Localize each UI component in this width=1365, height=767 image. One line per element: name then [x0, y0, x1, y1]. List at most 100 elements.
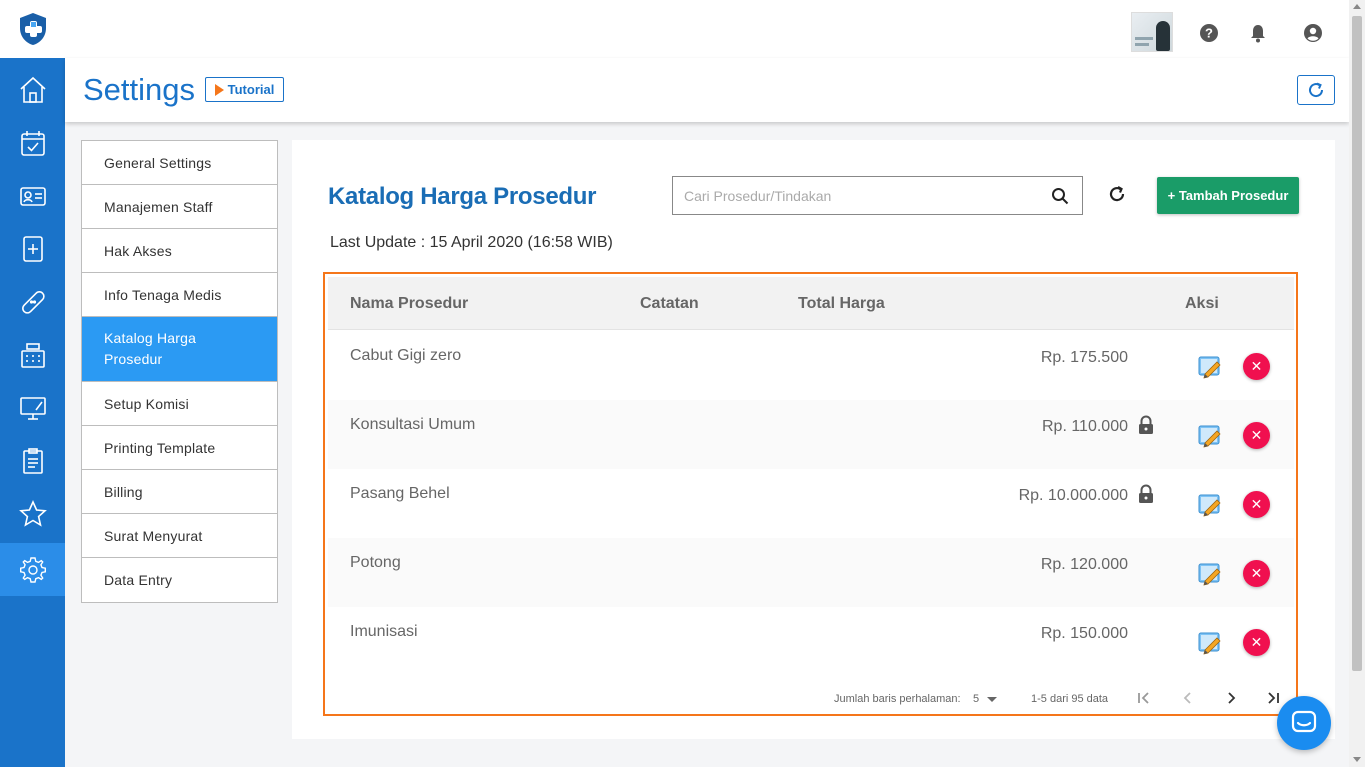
- procedure-name: Potong: [350, 554, 401, 571]
- close-icon: ✕: [1250, 358, 1263, 374]
- menu-item-info-tenaga-medis[interactable]: Info Tenaga Medis: [82, 273, 277, 317]
- app-logo-icon[interactable]: [18, 12, 48, 46]
- delete-button[interactable]: ✕: [1243, 422, 1270, 449]
- star-icon: [18, 499, 47, 527]
- procedure-name: Pasang Behel: [350, 485, 450, 502]
- window-scrollbar[interactable]: [1349, 0, 1365, 767]
- scroll-down-icon[interactable]: [1353, 757, 1361, 762]
- edit-icon[interactable]: [1197, 492, 1223, 518]
- refresh-icon[interactable]: [1107, 184, 1127, 204]
- menu-item-katalog-harga-prosedur[interactable]: Katalog Harga Prosedur: [82, 317, 277, 382]
- procedure-price: Rp. 150.000: [1040, 625, 1128, 642]
- rows-per-page-value: 5: [973, 693, 980, 705]
- svg-text:?: ?: [1205, 26, 1213, 41]
- sidebar-item-favorites[interactable]: [0, 487, 65, 540]
- menu-item-data-entry[interactable]: Data Entry: [82, 558, 277, 602]
- refresh-icon: [1309, 82, 1324, 98]
- rows-per-page-label: Jumlah baris perhalaman:: [834, 693, 961, 705]
- edit-icon[interactable]: [1197, 630, 1223, 656]
- page-header: Settings Tutorial: [65, 58, 1349, 122]
- medical-file-icon: [22, 235, 43, 262]
- close-icon: ✕: [1250, 634, 1263, 650]
- section-title: Katalog Harga Prosedur: [328, 183, 597, 210]
- user-avatar[interactable]: [1131, 12, 1173, 52]
- scroll-thumb[interactable]: [1352, 16, 1362, 671]
- monitor-icon: [19, 396, 46, 420]
- account-icon[interactable]: [1303, 23, 1323, 43]
- previous-page-icon[interactable]: [1178, 688, 1198, 708]
- procedure-name: Konsultasi Umum: [350, 416, 476, 433]
- delete-button[interactable]: ✕: [1243, 629, 1270, 656]
- play-icon: [214, 83, 224, 96]
- menu-item-setup-komisi[interactable]: Setup Komisi: [82, 382, 277, 426]
- procedure-name: Imunisasi: [350, 623, 418, 640]
- id-card-icon: [19, 186, 46, 206]
- calendar-check-icon: [20, 130, 45, 156]
- page-title: Settings: [83, 72, 196, 107]
- page-refresh-button[interactable]: [1297, 75, 1335, 105]
- procedure-price: Rp. 175.500: [1040, 349, 1128, 366]
- help-icon[interactable]: ?: [1199, 23, 1219, 43]
- sidebar: [0, 58, 65, 767]
- delete-button[interactable]: ✕: [1243, 353, 1270, 380]
- chat-icon: [1291, 710, 1317, 733]
- delete-button[interactable]: ✕: [1243, 560, 1270, 587]
- delete-button[interactable]: ✕: [1243, 491, 1270, 518]
- search-box: [672, 176, 1083, 215]
- tutorial-label: Tutorial: [227, 82, 275, 97]
- table-row: Konsultasi Umum Rp. 110.000 ✕: [328, 400, 1294, 469]
- procedure-price: Rp. 10.000.000: [1018, 487, 1128, 504]
- home-icon: [19, 76, 46, 103]
- edit-icon[interactable]: [1197, 423, 1223, 449]
- add-procedure-button[interactable]: + Tambah Prosedur: [1157, 177, 1299, 214]
- table-row: Potong Rp. 120.000 ✕: [328, 538, 1294, 607]
- edit-icon[interactable]: [1197, 561, 1223, 587]
- chat-support-button[interactable]: [1277, 696, 1331, 750]
- sidebar-item-home[interactable]: [0, 63, 65, 116]
- procedure-price: Rp. 120.000: [1040, 556, 1128, 573]
- close-icon: ✕: [1250, 565, 1263, 581]
- sidebar-item-calendar[interactable]: [0, 116, 65, 169]
- sidebar-item-patients[interactable]: [0, 169, 65, 222]
- close-icon: ✕: [1250, 496, 1263, 512]
- column-header-name: Nama Prosedur: [350, 295, 469, 312]
- procedure-catalog-card: Katalog Harga Prosedur + Tambah Prosedur…: [292, 140, 1335, 739]
- column-header-total: Total Harga: [798, 295, 885, 312]
- settings-menu: General Settings Manajemen Staff Hak Aks…: [81, 140, 278, 603]
- lock-icon: [1139, 415, 1153, 434]
- caret-down-icon: [987, 696, 998, 702]
- lock-icon: [1139, 484, 1153, 503]
- sidebar-item-medical-records[interactable]: [0, 222, 65, 275]
- sidebar-item-settings[interactable]: [0, 543, 65, 596]
- menu-item-hak-akses[interactable]: Hak Akses: [82, 229, 277, 273]
- first-page-icon[interactable]: [1134, 688, 1154, 708]
- scroll-up-icon[interactable]: [1353, 4, 1361, 9]
- last-update-text: Last Update : 15 April 2020 (16:58 WIB): [330, 234, 613, 251]
- search-input[interactable]: [684, 187, 1044, 204]
- menu-item-printing-template[interactable]: Printing Template: [82, 426, 277, 470]
- cash-register-icon: [20, 342, 45, 368]
- procedure-table: Nama Prosedur Catatan Total Harga Aksi C…: [323, 272, 1298, 716]
- edit-icon[interactable]: [1197, 354, 1223, 380]
- sidebar-item-reports[interactable]: [0, 434, 65, 487]
- search-icon[interactable]: [1051, 187, 1069, 205]
- rows-per-page-select[interactable]: 5: [973, 693, 998, 705]
- table-row: Cabut Gigi zero Rp. 175.500 ✕: [328, 331, 1294, 400]
- last-page-icon[interactable]: [1263, 688, 1283, 708]
- menu-item-surat-menyurat[interactable]: Surat Menyurat: [82, 514, 277, 558]
- next-page-icon[interactable]: [1221, 688, 1241, 708]
- sidebar-item-monitor[interactable]: [0, 381, 65, 434]
- menu-item-billing[interactable]: Billing: [82, 470, 277, 514]
- sidebar-item-procedures[interactable]: [0, 275, 65, 328]
- bell-icon[interactable]: [1248, 23, 1268, 43]
- table-row: Pasang Behel Rp. 10.000.000 ✕: [328, 469, 1294, 538]
- tutorial-button[interactable]: Tutorial: [205, 77, 284, 102]
- procedure-price: Rp. 110.000: [1042, 418, 1128, 435]
- close-icon: ✕: [1250, 427, 1263, 443]
- procedure-name: Cabut Gigi zero: [350, 347, 462, 364]
- clipboard-icon: [22, 447, 43, 474]
- gear-icon: [19, 556, 46, 583]
- menu-item-general-settings[interactable]: General Settings: [82, 141, 277, 185]
- sidebar-item-cashier[interactable]: [0, 328, 65, 381]
- menu-item-manajemen-staff[interactable]: Manajemen Staff: [82, 185, 277, 229]
